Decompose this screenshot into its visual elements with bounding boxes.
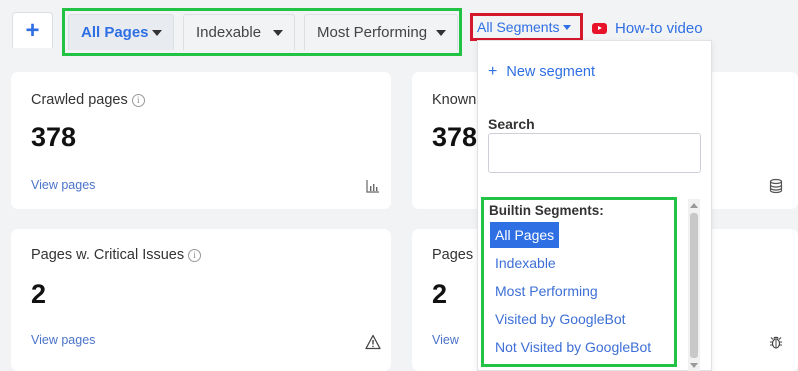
plus-icon: + [25,16,40,44]
critical-issues-card: Pages w. Critical Issues i 2 View pages [11,229,391,371]
all-segments-button[interactable]: All Segments [470,13,583,41]
view-pages-link[interactable]: View pages [31,333,95,347]
segments-dropdown: + New segment Search Builtin Segments: A… [477,40,712,371]
howto-label: How-to video [615,19,703,37]
database-icon[interactable] [768,178,784,194]
segment-item-all-pages[interactable]: All Pages [490,222,560,248]
card-title: Known [432,92,477,108]
warning-icon[interactable] [365,334,381,350]
dropdown-scrollbar[interactable] [688,199,700,371]
caret-down-icon[interactable] [273,30,283,36]
new-segment-label: New segment [506,64,595,80]
builtin-heading: Builtin Segments: [489,203,604,218]
segment-item-most-performing[interactable]: Most Performing [490,278,603,304]
view-pages-link[interactable]: View [432,333,459,347]
card-title: Pages w. Critical Issues [31,247,185,263]
info-icon[interactable]: i [188,248,202,262]
info-icon[interactable]: i [131,93,145,107]
card-value: 378 [432,122,478,152]
page-tabs: All Pages Indexable Most Performing [62,8,462,56]
tab-label: Indexable [196,24,262,41]
scroll-down-arrow-icon[interactable] [690,363,698,368]
caret-down-icon[interactable] [436,30,446,36]
tab-all-pages[interactable]: All Pages [68,14,174,50]
view-pages-link[interactable]: View pages [31,178,95,192]
segments-button-label: All Segments [477,19,560,35]
tab-label: Most Performing [317,24,428,41]
segment-item-indexable[interactable]: Indexable [490,250,561,276]
card-value: 2 [31,279,47,309]
segment-item-visited-googlebot[interactable]: Visited by GoogleBot [490,306,631,332]
howto-video-link[interactable]: How-to video [592,19,703,37]
card-title: Crawled pages [31,92,128,108]
plus-icon: + [488,63,498,80]
search-label: Search [488,116,535,132]
card-title: Pages [432,247,474,263]
caret-down-icon [563,24,572,30]
youtube-icon [592,22,607,34]
tab-label: All Pages [81,24,149,41]
segment-search-input[interactable] [488,133,701,173]
scroll-thumb[interactable] [690,213,698,358]
builtin-segments-list: Builtin Segments: All Pages Indexable Mo… [481,197,677,367]
card-value: 378 [31,122,77,152]
bar-chart-icon[interactable] [365,178,381,194]
tab-most-performing[interactable]: Most Performing [304,14,458,50]
segment-item-not-visited-googlebot[interactable]: Not Visited by GoogleBot [490,334,656,360]
scroll-up-arrow-icon[interactable] [690,203,698,208]
crawled-pages-card: Crawled pages i 378 View pages [11,72,391,209]
bug-icon[interactable] [768,334,784,350]
add-tab-button[interactable]: + [12,12,53,48]
card-value: 2 [432,279,448,309]
new-segment-button[interactable]: + New segment [488,63,595,81]
tab-indexable[interactable]: Indexable [183,14,295,50]
caret-down-icon[interactable] [152,30,162,36]
